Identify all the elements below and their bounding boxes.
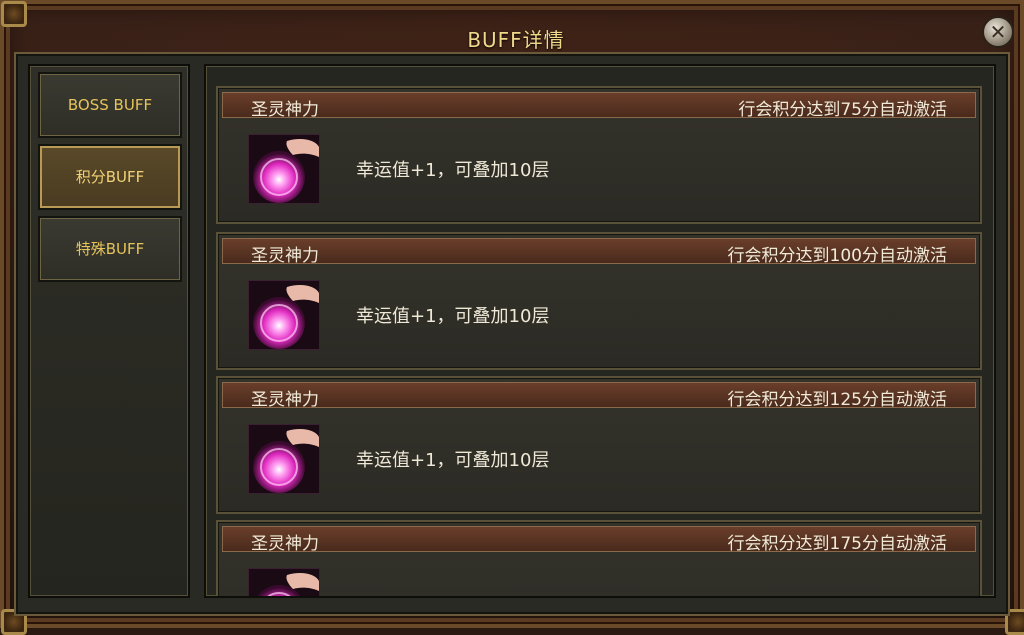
pink-energy-orb-icon — [248, 424, 320, 494]
tab-points-buff[interactable]: 积分BUFF — [38, 144, 182, 210]
buff-activation-condition: 行会积分达到100分自动激活 — [727, 246, 947, 266]
tab-special-buff[interactable]: 特殊BUFF — [38, 216, 182, 282]
tab-label: 积分BUFF — [75, 168, 145, 186]
buff-activation-condition: 行会积分达到125分自动激活 — [727, 390, 947, 410]
buff-card-header: 圣灵神力 行会积分达到125分自动激活 — [222, 382, 976, 410]
pink-energy-orb-icon — [248, 134, 320, 204]
buff-card: 圣灵神力 行会积分达到75分自动激活 幸运值+1，可叠加10层 — [216, 86, 982, 224]
buff-list[interactable]: 圣灵神力 行会积分达到75分自动激活 幸运值+1，可叠加10层 圣灵神力 行会积… — [204, 64, 996, 598]
tab-label: BOSS BUFF — [67, 96, 153, 114]
pink-energy-orb-icon — [248, 280, 320, 350]
close-icon: ✕ — [989, 20, 1007, 44]
buff-card-header: 圣灵神力 行会积分达到100分自动激活 — [222, 238, 976, 266]
buff-card: 圣灵神力 行会积分达到125分自动激活 幸运值+1，可叠加10层 — [216, 376, 982, 514]
buff-description: 幸运值+1，可叠加10层 — [356, 450, 550, 471]
buff-description: 幸运值+1，可叠加10层 — [356, 306, 550, 327]
pink-energy-orb-icon — [248, 568, 320, 596]
close-button[interactable]: ✕ — [982, 16, 1014, 48]
buff-name: 圣灵神力 — [251, 246, 319, 266]
buff-card-header: 圣灵神力 行会积分达到175分自动激活 — [222, 526, 976, 554]
buff-activation-condition: 行会积分达到75分自动激活 — [738, 100, 947, 120]
buff-name: 圣灵神力 — [251, 100, 319, 120]
buff-activation-condition: 行会积分达到175分自动激活 — [727, 534, 947, 554]
buff-card: 圣灵神力 行会积分达到175分自动激活 — [216, 520, 982, 596]
window-title: BUFF详情 — [467, 28, 565, 52]
tab-label: 特殊BUFF — [75, 240, 145, 258]
buff-name: 圣灵神力 — [251, 534, 319, 554]
tab-boss-buff[interactable]: BOSS BUFF — [38, 72, 182, 138]
buff-card-header: 圣灵神力 行会积分达到75分自动激活 — [222, 92, 976, 120]
buff-name: 圣灵神力 — [251, 390, 319, 410]
buff-card: 圣灵神力 行会积分达到100分自动激活 幸运值+1，可叠加10层 — [216, 232, 982, 370]
buff-category-sidebar: BOSS BUFF 积分BUFF 特殊BUFF — [28, 64, 190, 598]
buff-description: 幸运值+1，可叠加10层 — [356, 160, 550, 181]
